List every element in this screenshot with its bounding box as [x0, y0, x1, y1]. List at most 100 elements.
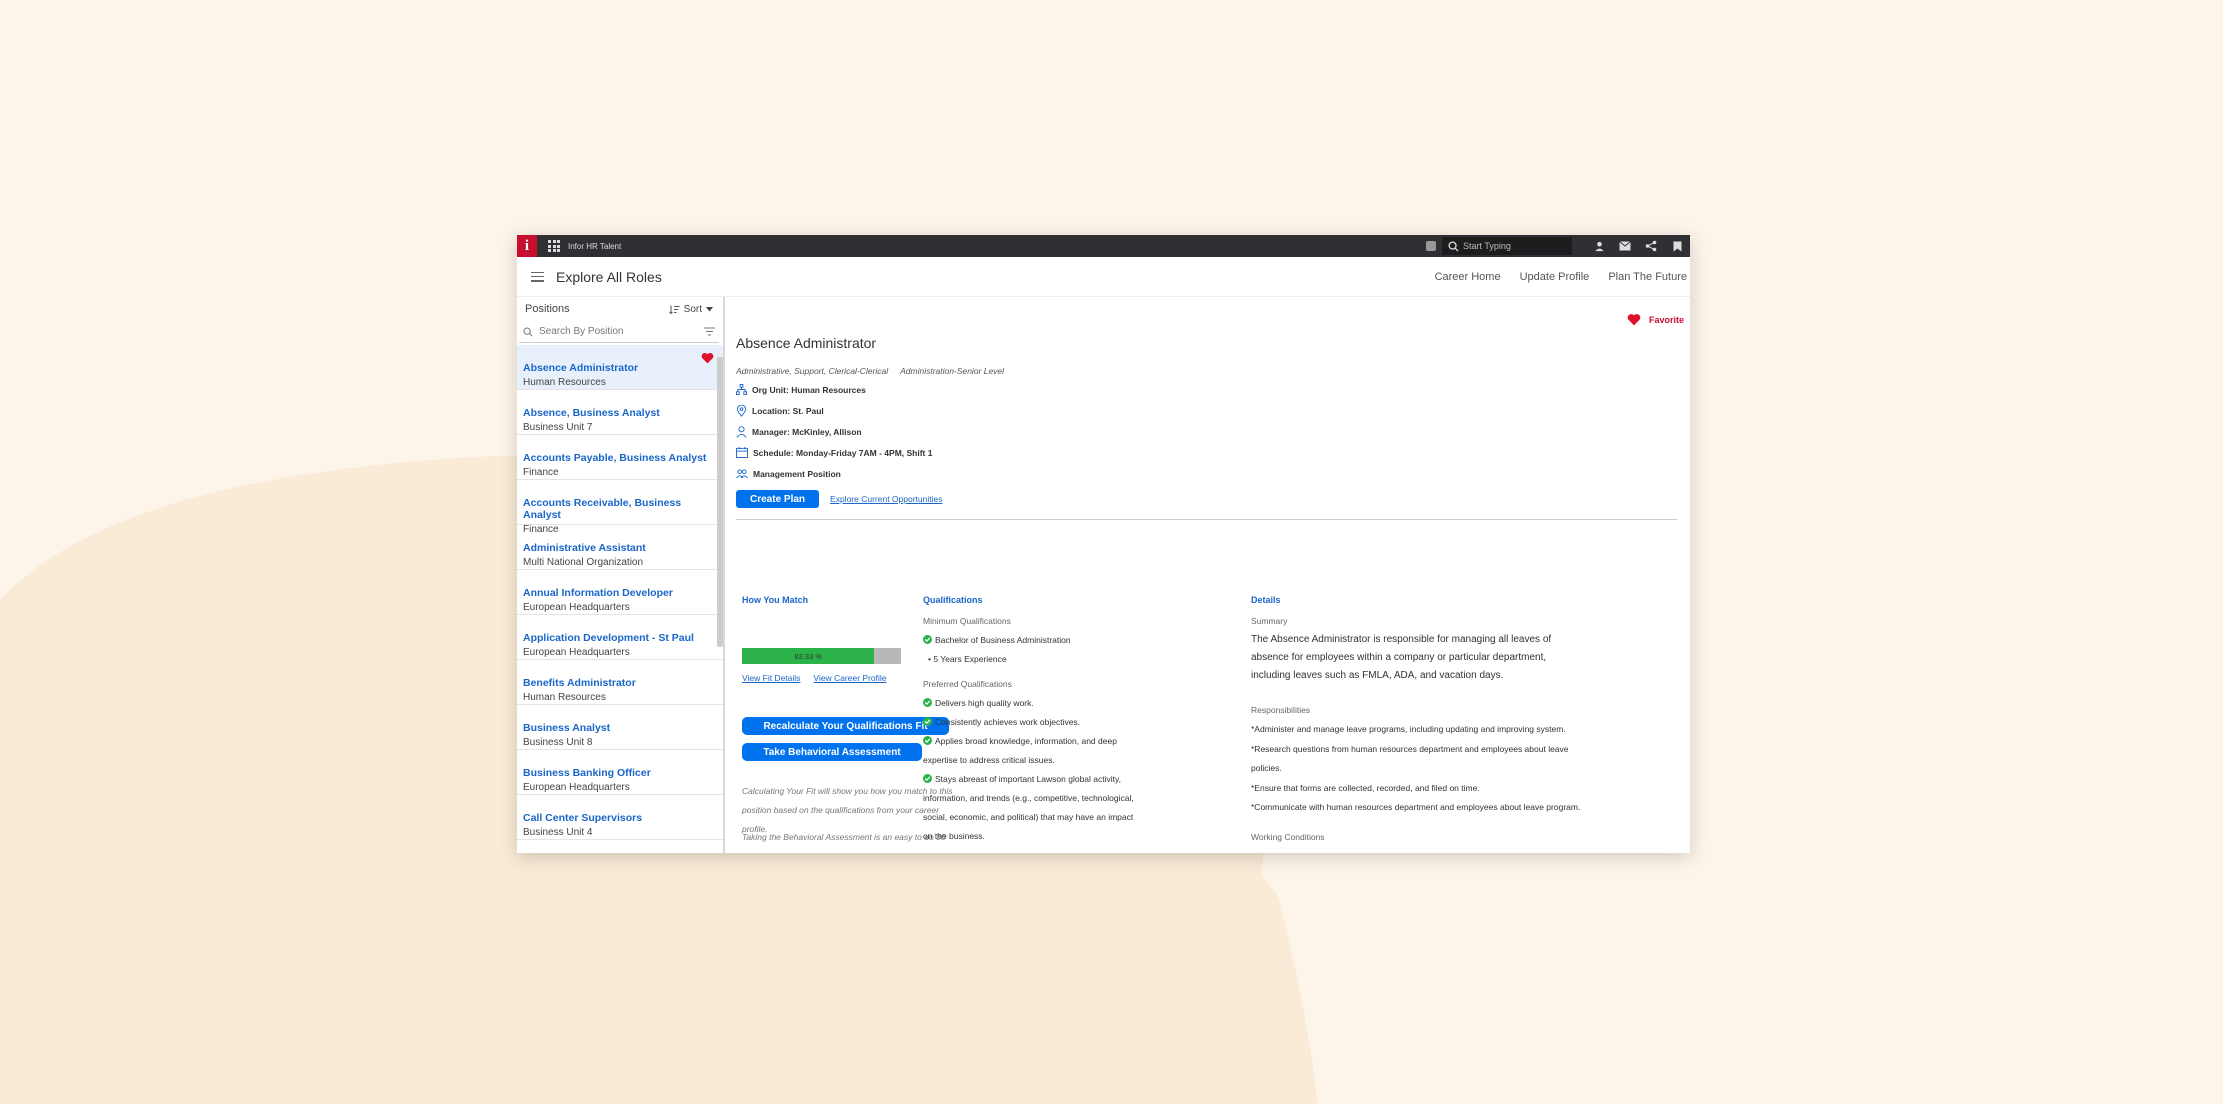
list-item-title: Administrative Assistant	[523, 542, 646, 554]
position-search[interactable]	[519, 321, 719, 343]
list-item[interactable]: Call Center Supervisors Business Unit 4	[517, 795, 723, 840]
list-item[interactable]: Benefits Administrator Human Resources	[517, 660, 723, 705]
heart-icon	[1627, 314, 1641, 326]
create-plan-button[interactable]: Create Plan	[736, 490, 820, 508]
check-circle-icon	[923, 635, 932, 644]
check-circle-icon	[923, 698, 932, 707]
heart-icon[interactable]	[701, 352, 714, 364]
user-icon[interactable]	[1586, 235, 1612, 257]
working-conditions-label: Working Conditions	[1251, 831, 1325, 842]
responsibility-item: *Communicate with human resources depart…	[1251, 802, 1581, 812]
qualifications-title: Qualifications	[923, 595, 983, 605]
list-item-subtitle: Multi National Organization	[523, 557, 644, 568]
group-icon	[736, 468, 748, 478]
list-item-subtitle: European Headquarters	[523, 782, 630, 793]
list-item-subtitle: European Headquarters	[523, 647, 630, 658]
list-item-title: Business Analyst	[523, 722, 611, 734]
nav-career-home[interactable]: Career Home	[1435, 271, 1501, 283]
global-search-input[interactable]	[1463, 241, 1563, 251]
caret-down-icon	[706, 306, 713, 311]
explore-opportunities-link[interactable]: Explore Current Opportunities	[830, 494, 942, 504]
manager-row: Manager: McKinley, Allison	[736, 421, 932, 442]
position-search-input[interactable]	[539, 326, 689, 337]
page-title: Explore All Roles	[556, 268, 662, 285]
match-progress-bar: 83.33 %	[742, 648, 901, 664]
check-circle-icon	[923, 736, 932, 745]
main-body: Positions Sort Absence Administrator Hum…	[517, 297, 1690, 853]
list-scrollbar[interactable]	[717, 357, 723, 647]
filter-icon[interactable]	[704, 327, 715, 336]
responsibility-item: *Administer and manage leave programs, i…	[1251, 724, 1566, 734]
check-circle-icon	[923, 774, 932, 783]
list-item[interactable]: Administrative Assistant Multi National …	[517, 525, 723, 570]
location: Location: St. Paul	[752, 405, 824, 416]
match-percent-label: 83.33 %	[794, 651, 822, 661]
list-item-title: Accounts Payable, Business Analyst	[523, 452, 707, 464]
role-title: Absence Administrator	[736, 335, 877, 351]
role-tag: Administrative, Support, Clerical-Cleric…	[736, 366, 889, 376]
how-you-match-title: How You Match	[742, 595, 809, 605]
responsibilities-label: Responsibilities	[1251, 705, 1311, 715]
view-fit-details-link[interactable]: View Fit Details	[742, 673, 800, 683]
qualifications-section: Minimum Qualifications Bachelor of Busin…	[923, 612, 1138, 846]
app-grid-icon[interactable]	[548, 240, 560, 252]
bookmark-icon[interactable]	[1664, 235, 1690, 257]
list-item[interactable]: Accounts Receivable, Business Analyst Fi…	[517, 480, 723, 535]
list-item-subtitle: Finance	[523, 467, 559, 478]
list-item[interactable]: Absence Administrator Human Resources	[517, 345, 723, 390]
behavioral-assessment-button[interactable]: Take Behavioral Assessment	[742, 743, 922, 761]
list-item[interactable]: Accounts Payable, Business Analyst Finan…	[517, 435, 723, 480]
view-career-profile-link[interactable]: View Career Profile	[813, 673, 886, 683]
list-item-title: Annual Information Developer	[523, 587, 673, 599]
positions-panel: Positions Sort Absence Administrator Hum…	[517, 297, 725, 853]
pref-qualification-item: Consistently achieves work objectives.	[923, 713, 1138, 732]
details-section: Summary The Absence Administrator is res…	[1251, 612, 1581, 847]
summary-text: The Absence Administrator is responsible…	[1251, 634, 1552, 681]
pref-qualification-item: Stays abreast of important Lawson global…	[923, 774, 1134, 841]
global-search[interactable]	[1442, 237, 1572, 255]
role-tag: Administration-Senior Level	[900, 366, 1005, 376]
recalculate-fit-button[interactable]: Recalculate Your Qualifications Fit	[742, 717, 949, 735]
menu-icon[interactable]	[531, 271, 544, 282]
mail-icon[interactable]	[1612, 235, 1638, 257]
responsibility-item: *Research questions from human resources…	[1251, 743, 1569, 774]
fit-links: View Fit Details View Career Profile	[742, 673, 887, 683]
top-bar: i Infor HR Talent	[517, 235, 1690, 257]
list-item-title: Business Banking Officer	[523, 767, 651, 779]
list-item-subtitle: Business Unit 4	[523, 827, 593, 838]
sort-button[interactable]: Sort	[668, 304, 713, 315]
manager: Manager: McKinley, Allison	[752, 426, 862, 437]
role-tags: Administrative, Support, Clerical-Cleric…	[736, 366, 1004, 376]
check-circle-icon	[923, 717, 932, 726]
list-item[interactable]: Annual Information Developer European He…	[517, 570, 723, 615]
sort-icon	[668, 305, 680, 314]
header-nav: Career Home Update Profile Plan The Futu…	[1435, 257, 1687, 297]
list-item[interactable]: Business Analyst Business Unit 8	[517, 705, 723, 750]
list-item[interactable]: Absence, Business Analyst Business Unit …	[517, 390, 723, 435]
list-item[interactable]: Business Banking Officer European Headqu…	[517, 750, 723, 795]
list-item-subtitle: Human Resources	[523, 692, 606, 703]
infor-logo[interactable]: i	[517, 235, 537, 257]
list-item[interactable]: Application Development - St Paul Europe…	[517, 615, 723, 660]
schedule: Schedule: Monday-Friday 7AM - 4PM, Shift…	[753, 447, 933, 458]
search-icon	[1448, 240, 1459, 252]
app-window: i Infor HR Talent E	[517, 235, 1690, 853]
notification-square-icon[interactable]	[1426, 241, 1436, 251]
list-item-title: Absence, Business Analyst	[523, 407, 660, 419]
positions-list: Absence Administrator Human Resources Ab…	[517, 345, 723, 840]
min-qualification-item: Bachelor of Business Administration	[923, 631, 1138, 650]
nav-update-profile[interactable]: Update Profile	[1520, 271, 1590, 283]
favorite-toggle[interactable]: Favorite	[1627, 313, 1684, 326]
pref-qualification-item: Delivers high quality work.	[923, 694, 1138, 713]
section-divider	[736, 519, 1677, 520]
min-qualifications-label: Minimum Qualifications	[923, 616, 1011, 626]
favorite-label: Favorite	[1648, 314, 1684, 325]
nav-plan-the-future[interactable]: Plan The Future	[1608, 271, 1687, 283]
share-icon[interactable]	[1638, 235, 1664, 257]
list-item-subtitle: Business Unit 8	[523, 737, 593, 748]
search-icon	[523, 327, 533, 337]
calendar-icon	[736, 447, 748, 458]
match-progress-fill: 83.33 %	[742, 648, 875, 664]
positions-header: Positions Sort	[517, 297, 723, 321]
responsibility-item: *Ensure that forms are collected, record…	[1251, 782, 1480, 793]
